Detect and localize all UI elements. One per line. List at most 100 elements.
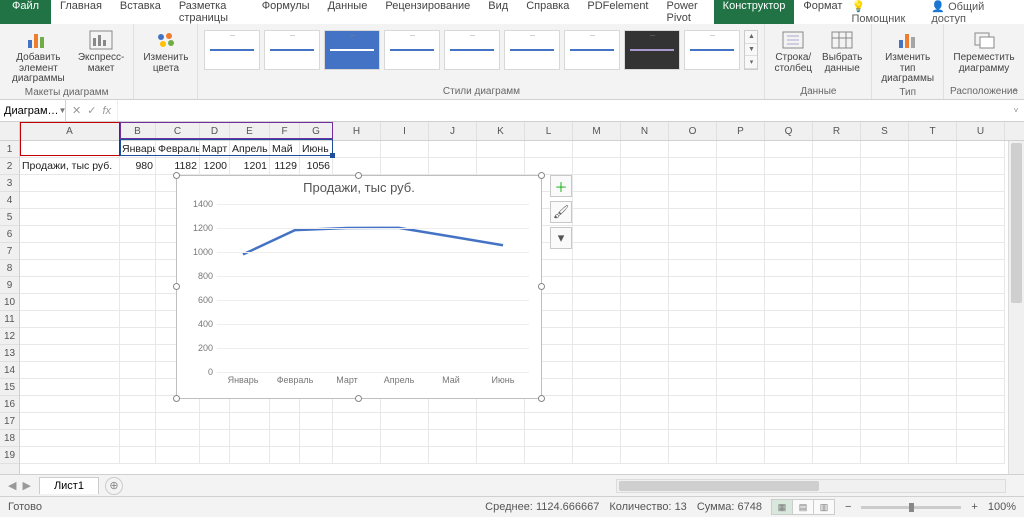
cell[interactable] bbox=[120, 175, 156, 192]
row-header[interactable]: 2 bbox=[0, 158, 19, 175]
cell[interactable] bbox=[765, 192, 813, 209]
cell[interactable] bbox=[120, 345, 156, 362]
cell[interactable] bbox=[957, 260, 1005, 277]
cell[interactable] bbox=[621, 260, 669, 277]
cell[interactable] bbox=[861, 141, 909, 158]
zoom-out-button[interactable]: − bbox=[845, 501, 851, 513]
cell[interactable] bbox=[765, 141, 813, 158]
cell[interactable] bbox=[477, 413, 525, 430]
cell[interactable] bbox=[957, 379, 1005, 396]
select-data-button[interactable]: Выбрать данные bbox=[819, 26, 865, 86]
cell[interactable] bbox=[477, 158, 525, 175]
cell[interactable] bbox=[621, 379, 669, 396]
cell[interactable] bbox=[909, 345, 957, 362]
cell[interactable] bbox=[525, 430, 573, 447]
cell[interactable] bbox=[813, 413, 861, 430]
cell[interactable] bbox=[573, 447, 621, 464]
column-header[interactable]: A bbox=[20, 122, 120, 140]
cell[interactable] bbox=[669, 260, 717, 277]
zoom-slider[interactable] bbox=[861, 506, 961, 509]
cell[interactable] bbox=[621, 226, 669, 243]
share-button[interactable]: 👤 Общий доступ bbox=[931, 0, 1016, 25]
normal-view-button[interactable]: ▦ bbox=[771, 499, 793, 515]
cell[interactable] bbox=[120, 447, 156, 464]
cell[interactable] bbox=[669, 447, 717, 464]
cell[interactable] bbox=[957, 447, 1005, 464]
cell[interactable] bbox=[156, 430, 200, 447]
row-header[interactable]: 15 bbox=[0, 379, 19, 396]
cell[interactable] bbox=[525, 413, 573, 430]
column-header[interactable]: N bbox=[621, 122, 669, 140]
menu-tab-pdfelement[interactable]: PDFelement bbox=[578, 0, 657, 27]
row-header[interactable]: 5 bbox=[0, 209, 19, 226]
cell[interactable] bbox=[669, 362, 717, 379]
page-break-view-button[interactable]: ▥ bbox=[813, 499, 835, 515]
cell[interactable] bbox=[300, 413, 333, 430]
cell[interactable] bbox=[120, 243, 156, 260]
column-header[interactable]: O bbox=[669, 122, 717, 140]
cell[interactable] bbox=[717, 430, 765, 447]
cell[interactable] bbox=[813, 430, 861, 447]
cell[interactable] bbox=[765, 447, 813, 464]
cell[interactable] bbox=[909, 192, 957, 209]
cell[interactable] bbox=[717, 396, 765, 413]
cell[interactable] bbox=[20, 362, 120, 379]
cell[interactable] bbox=[765, 226, 813, 243]
cell[interactable] bbox=[20, 209, 120, 226]
cell[interactable] bbox=[957, 209, 1005, 226]
cell[interactable] bbox=[573, 158, 621, 175]
gallery-scroll-button[interactable]: ▲ bbox=[745, 31, 757, 44]
cell[interactable] bbox=[20, 260, 120, 277]
cell[interactable] bbox=[813, 243, 861, 260]
horizontal-scrollbar[interactable] bbox=[616, 479, 1006, 493]
cell[interactable] bbox=[909, 396, 957, 413]
expand-formula-bar-button[interactable]: ˅ bbox=[1008, 100, 1024, 121]
cell[interactable] bbox=[957, 311, 1005, 328]
cell[interactable] bbox=[156, 413, 200, 430]
cell[interactable] bbox=[957, 277, 1005, 294]
cell[interactable] bbox=[957, 345, 1005, 362]
cell[interactable] bbox=[909, 430, 957, 447]
cell[interactable] bbox=[621, 294, 669, 311]
cell[interactable]: 1056 bbox=[300, 158, 333, 175]
chart-style-thumb[interactable]: — bbox=[324, 30, 380, 70]
cell[interactable] bbox=[861, 158, 909, 175]
file-tab[interactable]: Файл bbox=[0, 0, 51, 27]
cell[interactable] bbox=[669, 175, 717, 192]
cell[interactable] bbox=[765, 243, 813, 260]
cell[interactable] bbox=[717, 277, 765, 294]
chart-style-thumb[interactable]: — bbox=[204, 30, 260, 70]
cell[interactable] bbox=[621, 141, 669, 158]
column-header[interactable]: L bbox=[525, 122, 573, 140]
cell[interactable] bbox=[909, 379, 957, 396]
cell[interactable] bbox=[573, 379, 621, 396]
cell[interactable] bbox=[957, 226, 1005, 243]
row-header[interactable]: 9 bbox=[0, 277, 19, 294]
cell[interactable] bbox=[573, 396, 621, 413]
cell[interactable] bbox=[270, 447, 300, 464]
cell[interactable] bbox=[909, 175, 957, 192]
row-header[interactable]: 11 bbox=[0, 311, 19, 328]
column-header[interactable]: E bbox=[230, 122, 270, 140]
cell[interactable] bbox=[861, 294, 909, 311]
cell[interactable] bbox=[20, 345, 120, 362]
cell[interactable] bbox=[765, 396, 813, 413]
resize-handle[interactable] bbox=[355, 172, 362, 179]
cell[interactable] bbox=[230, 413, 270, 430]
chart-style-thumb[interactable]: — bbox=[564, 30, 620, 70]
menu-tab-вид[interactable]: Вид bbox=[479, 0, 517, 27]
cell[interactable] bbox=[813, 294, 861, 311]
cell[interactable] bbox=[957, 175, 1005, 192]
cell[interactable] bbox=[765, 362, 813, 379]
cell[interactable] bbox=[957, 328, 1005, 345]
chart-style-thumb[interactable]: — bbox=[684, 30, 740, 70]
cell[interactable] bbox=[120, 260, 156, 277]
chart-style-thumb[interactable]: — bbox=[504, 30, 560, 70]
cell[interactable] bbox=[765, 260, 813, 277]
cell[interactable] bbox=[573, 209, 621, 226]
column-header[interactable]: J bbox=[429, 122, 477, 140]
cell[interactable] bbox=[861, 396, 909, 413]
cell[interactable] bbox=[957, 141, 1005, 158]
cell[interactable] bbox=[669, 158, 717, 175]
row-header[interactable]: 19 bbox=[0, 447, 19, 464]
